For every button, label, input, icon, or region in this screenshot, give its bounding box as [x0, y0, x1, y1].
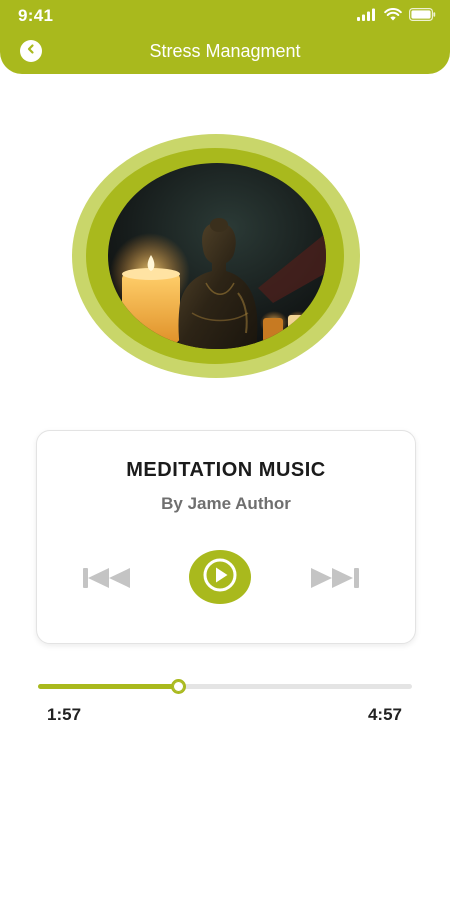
album-art [108, 163, 326, 349]
page-title: Stress Managment [149, 41, 301, 61]
play-icon [203, 558, 237, 597]
skip-next-icon [311, 568, 363, 593]
total-time: 4:57 [367, 705, 402, 724]
battery-icon [409, 8, 436, 26]
status-time: 9:41 [18, 6, 54, 25]
track-author: By Jame Author [161, 494, 291, 513]
wifi-icon [384, 8, 402, 26]
next-button[interactable] [311, 567, 363, 594]
player-card: MEDITATION MUSIC By Jame Author [36, 430, 416, 644]
play-button[interactable] [189, 550, 251, 604]
skip-previous-icon [83, 568, 135, 593]
progress-thumb[interactable] [171, 679, 187, 694]
app-header: 9:41 Stress Managment [0, 0, 450, 74]
current-time: 1:57 [47, 705, 82, 724]
progress-slider[interactable] [38, 679, 412, 694]
signal-icon [357, 8, 377, 26]
status-icons [357, 8, 436, 26]
buddha-candle-image [108, 163, 326, 349]
progress-fill [38, 684, 179, 689]
track-title: MEDITATION MUSIC [126, 459, 326, 481]
previous-button[interactable] [83, 567, 135, 594]
